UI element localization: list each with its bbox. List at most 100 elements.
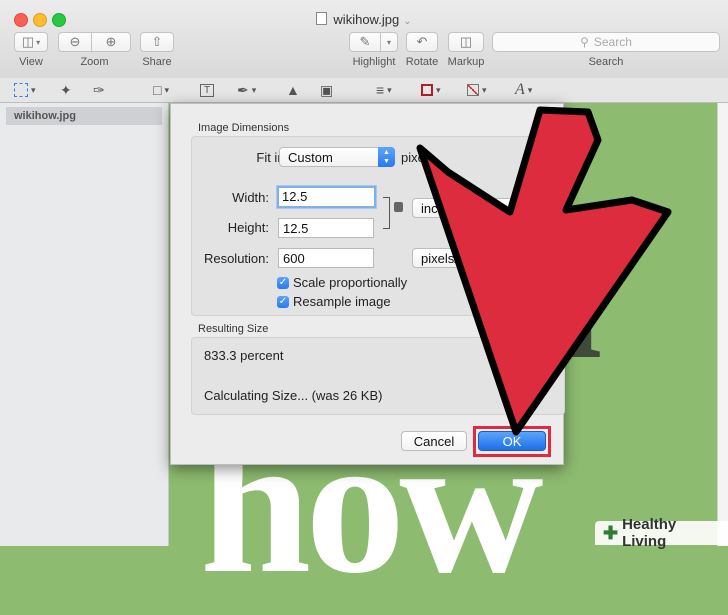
- zoom-out-icon: ⊖: [69, 34, 81, 49]
- fit-into-value: Custom: [288, 150, 333, 165]
- adjust-size-icon: ▣: [320, 81, 334, 98]
- highlight-menu-button[interactable]: ▾: [380, 32, 398, 52]
- sidebar-item-wikihow[interactable]: wikihow.jpg: [6, 107, 162, 125]
- document-icon: [316, 12, 328, 25]
- proportion-bracket: [383, 197, 390, 229]
- text-tool[interactable]: T: [200, 81, 215, 99]
- height-label: Height:: [227, 220, 269, 235]
- text-box-icon: T: [200, 83, 215, 97]
- lock-icon[interactable]: [394, 202, 403, 212]
- chevron-down-icon: ▾: [31, 84, 36, 95]
- sketch-tool[interactable]: ✑: [93, 81, 105, 99]
- popup-arrows-icon: ▲ ▼: [511, 198, 528, 218]
- image-dimensions-heading: Image Dimensions: [198, 122, 290, 134]
- zoom-in-button[interactable]: ⊕: [91, 32, 131, 52]
- checkmark-icon: ✓: [277, 295, 289, 308]
- dimension-unit-value: inches: [421, 201, 459, 216]
- resample-image-checkbox[interactable]: ✓ Resample image: [277, 294, 391, 309]
- rectangular-selection-icon: [14, 83, 28, 97]
- fill-color-icon: [467, 84, 479, 96]
- resolution-unit-value: pixels/inch: [421, 251, 482, 266]
- fit-into-unit: pixels: [401, 150, 435, 165]
- line-style-icon: ≡: [376, 82, 385, 98]
- sketch-icon: ✑: [93, 81, 105, 98]
- highlight-label: Highlight: [352, 56, 396, 68]
- search-icon: ⚲: [580, 35, 589, 49]
- view-button[interactable]: ◫ ▾: [14, 32, 48, 52]
- fill-color-tool[interactable]: ▾: [467, 81, 487, 99]
- text-style-tool[interactable]: A ▾: [515, 81, 532, 99]
- share-button[interactable]: ⇧: [140, 32, 174, 52]
- ok-button[interactable]: OK: [478, 431, 546, 451]
- highlight-button[interactable]: ✎: [349, 32, 381, 52]
- resample-image-label: Resample image: [293, 294, 391, 309]
- share-label: Share: [142, 56, 172, 68]
- adjust-size-tool[interactable]: ▣: [320, 81, 333, 99]
- magic-wand-icon: ✦: [60, 81, 72, 98]
- markup-button[interactable]: ◫: [448, 32, 484, 52]
- adjust-color-icon: ▲: [286, 82, 300, 98]
- shapes-icon: □: [153, 82, 162, 98]
- shape-style-tool[interactable]: ≡ ▾: [376, 81, 392, 99]
- chevron-down-icon: ▾: [527, 84, 533, 95]
- text-style-icon: A: [515, 81, 525, 98]
- instant-alpha-tool[interactable]: ✦: [60, 81, 72, 99]
- resolution-label: Resolution:: [203, 251, 269, 266]
- markup-label: Markup: [447, 56, 485, 68]
- adjust-color-tool[interactable]: ▲: [286, 81, 300, 99]
- adjust-size-dialog: Image Dimensions Fit into: Custom ▲ ▼ pix…: [170, 103, 565, 465]
- fit-into-popup[interactable]: Custom ▲ ▼: [279, 147, 395, 167]
- sign-tool[interactable]: ✒ ▾: [237, 81, 256, 99]
- width-label: Width:: [232, 190, 269, 205]
- percent-text: 833.3 percent: [204, 348, 284, 363]
- watermark-text: Healthy Living: [622, 516, 677, 550]
- rotate-icon: ↶: [416, 34, 428, 49]
- window-titlebar: wikihow.jpg ⌄ ◫ ▾ View ⊖ ⊕ Zoom ⇧ Share ✎ …: [0, 0, 728, 79]
- calculating-size-text: Calculating Size... (was 26 KB): [204, 388, 383, 403]
- rotate-button[interactable]: ↶: [406, 32, 438, 52]
- border-color-icon: [421, 84, 433, 96]
- zoom-in-icon: ⊕: [105, 34, 117, 49]
- signature-icon: ✒: [237, 81, 249, 98]
- window-title[interactable]: wikihow.jpg ⌄: [0, 12, 728, 27]
- resulting-size-heading: Resulting Size: [198, 323, 269, 335]
- thumbnail-sidebar: wikihow.jpg: [0, 103, 169, 546]
- shapes-tool[interactable]: □ ▾: [153, 81, 169, 99]
- chevron-down-icon: ▾: [387, 84, 392, 95]
- view-label: View: [19, 56, 43, 68]
- chevron-down-icon: ⌄: [403, 16, 412, 27]
- dimension-unit-popup[interactable]: inches ▲ ▼: [412, 198, 528, 218]
- share-icon: ⇧: [151, 34, 163, 49]
- checkmark-icon: ✓: [277, 276, 289, 289]
- window-title-text: wikihow.jpg: [333, 12, 400, 27]
- search-label: Search: [588, 56, 624, 68]
- chevron-down-icon: ▾: [436, 84, 441, 95]
- popup-arrows-icon: ▲ ▼: [378, 147, 395, 167]
- width-field[interactable]: 12.5: [277, 186, 376, 208]
- search-field[interactable]: ⚲ Search: [492, 32, 720, 52]
- markup-toolbar: ▾ ✦ ✑ □ ▾ T ✒ ▾ ▲ ▣ ≡ ▾ ▾ ▾ A ▾: [0, 78, 728, 103]
- search-placeholder: Search: [593, 35, 632, 49]
- toolbox-icon: ◫: [459, 34, 473, 49]
- highlighter-icon: ✎: [359, 34, 371, 49]
- sidebar-view-icon: ◫: [21, 34, 35, 49]
- chevron-down-icon: ▾: [482, 84, 487, 95]
- plus-logo-icon: ✚: [603, 522, 619, 543]
- resolution-field[interactable]: 600: [278, 248, 374, 268]
- selection-tool[interactable]: ▾: [14, 81, 36, 99]
- scale-proportionally-checkbox[interactable]: ✓ Scale proportionally: [277, 275, 407, 290]
- zoom-out-button[interactable]: ⊖: [58, 32, 92, 52]
- watermark: ✚ Healthy Living: [595, 516, 728, 550]
- chevron-down-icon: ▾: [251, 84, 257, 95]
- zoom-label: Zoom: [80, 56, 109, 68]
- chevron-down-icon: ▾: [386, 37, 391, 47]
- border-color-tool[interactable]: ▾: [421, 81, 441, 99]
- scale-proportionally-label: Scale proportionally: [293, 275, 408, 290]
- height-field[interactable]: 12.5: [278, 218, 374, 238]
- rotate-label: Rotate: [405, 56, 439, 68]
- chevron-down-icon: ▾: [164, 84, 169, 95]
- chevron-down-icon: ▾: [36, 37, 41, 47]
- resolution-unit-popup[interactable]: pixels/inch: [412, 248, 528, 268]
- cancel-button[interactable]: Cancel: [401, 431, 467, 451]
- vertical-scrollbar[interactable]: [717, 103, 728, 546]
